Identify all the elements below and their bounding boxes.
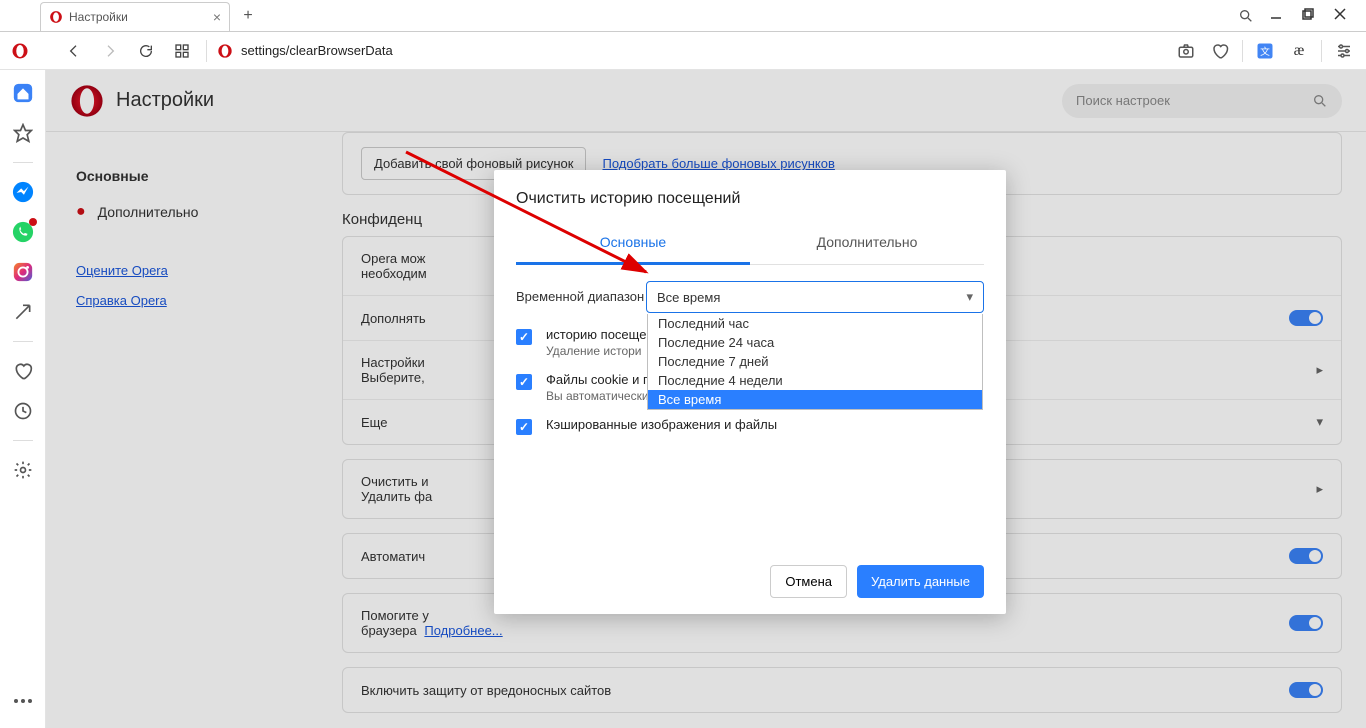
instagram-icon[interactable] [12, 261, 34, 283]
close-window-icon[interactable] [1334, 8, 1358, 24]
opera-icon [49, 10, 63, 24]
checkbox-checked-icon[interactable]: ✓ [516, 419, 532, 435]
left-sidebar [0, 70, 46, 728]
option-last-hour[interactable]: Последний час [648, 314, 982, 333]
settings-icon[interactable] [12, 459, 34, 481]
chevron-down-icon: ▾ [966, 289, 973, 305]
tab-title: Настройки [69, 10, 128, 24]
home-icon[interactable] [12, 82, 34, 104]
site-icon [217, 43, 233, 59]
option-last-7d[interactable]: Последние 7 дней [648, 352, 982, 371]
toolbar: settings/clearBrowserData 文 æ [0, 32, 1366, 70]
ae-extension-icon[interactable]: æ [1285, 40, 1313, 62]
checkbox-checked-icon[interactable]: ✓ [516, 329, 532, 345]
svg-text:文: 文 [1260, 44, 1270, 57]
modal-title: Очистить историю посещений [516, 190, 984, 208]
opera-menu-icon[interactable] [6, 42, 34, 60]
checkbox-label: Кэшированные изображения и файлы [546, 417, 777, 432]
clear-browsing-data-modal: Очистить историю посещений Основные Допо… [494, 170, 1006, 614]
time-range-dropdown: Последний час Последние 24 часа Последни… [647, 314, 983, 410]
modal-tabs: Основные Дополнительно [516, 222, 984, 265]
speed-dial-icon[interactable] [168, 43, 196, 59]
snapshot-icon[interactable] [1172, 40, 1200, 62]
cancel-button[interactable]: Отмена [770, 565, 847, 598]
minimize-icon[interactable] [1270, 8, 1294, 24]
content-area: Настройки Поиск настроек Основные ● Допо… [46, 70, 1366, 728]
tab-basic[interactable]: Основные [516, 222, 750, 265]
address-bar[interactable]: settings/clearBrowserData [217, 43, 1164, 59]
address-text: settings/clearBrowserData [241, 43, 393, 58]
divider [206, 40, 207, 62]
more-icon[interactable] [12, 690, 34, 712]
tab-advanced[interactable]: Дополнительно [750, 222, 984, 264]
reload-icon[interactable] [132, 43, 160, 59]
checkbox-checked-icon[interactable]: ✓ [516, 374, 532, 390]
history-icon[interactable] [12, 400, 34, 422]
back-icon[interactable] [60, 43, 88, 59]
close-tab-icon[interactable]: × [213, 9, 221, 25]
heart-icon[interactable] [1206, 40, 1234, 62]
window-controls [1238, 8, 1366, 24]
forward-icon[interactable] [96, 43, 124, 59]
clear-data-button[interactable]: Удалить данные [857, 565, 984, 598]
select-value: Все время [657, 290, 720, 305]
search-icon[interactable] [1238, 8, 1262, 24]
loves-icon[interactable] [12, 360, 34, 382]
divider [13, 341, 33, 342]
option-all-time[interactable]: Все время [648, 390, 982, 409]
checkbox-sub: Удаление истори [546, 344, 646, 358]
time-range-label: Временной диапазон [516, 281, 646, 304]
divider [1321, 40, 1322, 62]
whatsapp-icon[interactable] [12, 221, 34, 243]
option-last-4w[interactable]: Последние 4 недели [648, 371, 982, 390]
maximize-icon[interactable] [1302, 8, 1326, 24]
checkbox-row-cache[interactable]: ✓ Кэшированные изображения и файлы [516, 417, 984, 435]
browser-tab[interactable]: Настройки × [40, 2, 230, 32]
easy-setup-icon[interactable] [1330, 40, 1358, 62]
divider [13, 440, 33, 441]
bookmarks-icon[interactable] [12, 122, 34, 144]
checkbox-label: историю посеще [546, 327, 646, 342]
divider [1242, 40, 1243, 62]
messenger-icon[interactable] [12, 181, 34, 203]
time-range-select[interactable]: Все время ▾ Последний час Последние 24 ч… [646, 281, 984, 313]
titlebar: Настройки × + [0, 0, 1366, 32]
option-last-24h[interactable]: Последние 24 часа [648, 333, 982, 352]
divider [13, 162, 33, 163]
flow-icon[interactable] [12, 301, 34, 323]
translate-icon[interactable]: 文 [1251, 40, 1279, 62]
new-tab-button[interactable]: + [236, 7, 260, 25]
